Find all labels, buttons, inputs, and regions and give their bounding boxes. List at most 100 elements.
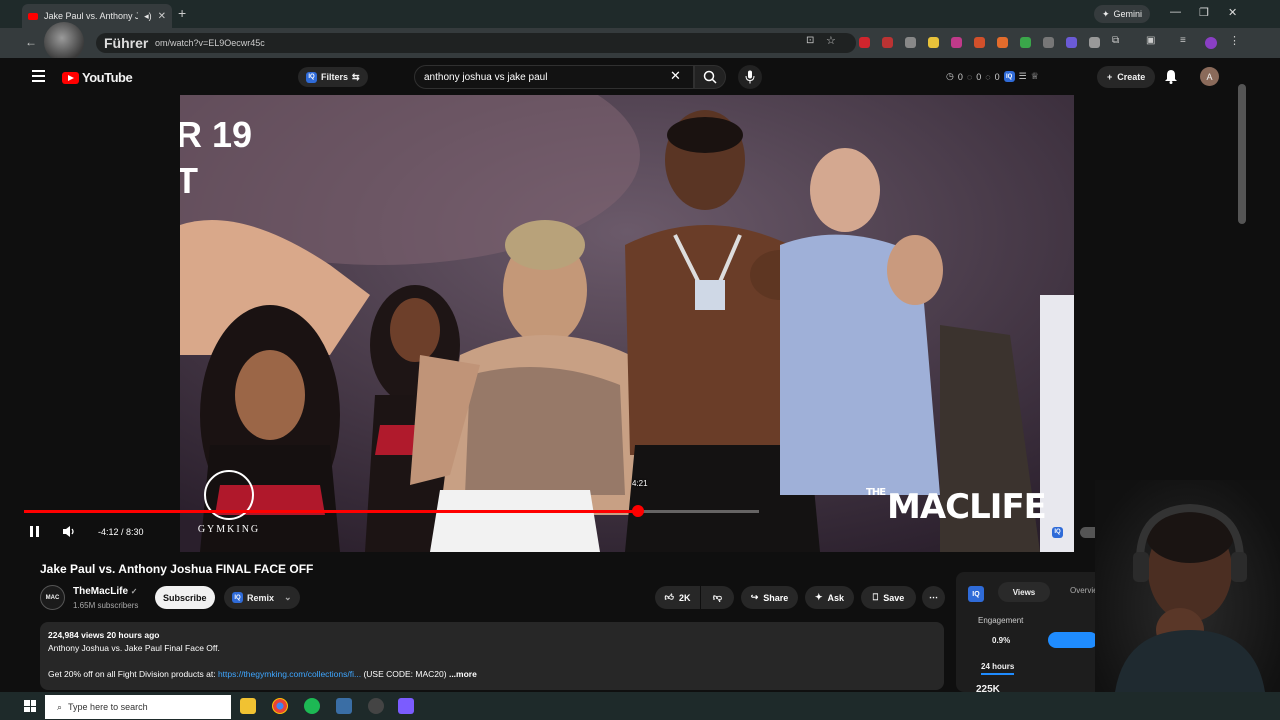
youtube-logo[interactable]: YouTube [62, 70, 133, 85]
extension-icon-10[interactable] [1066, 37, 1077, 48]
period-tab-24h[interactable]: 24 hours [981, 662, 1015, 675]
extension-icon-7[interactable] [997, 37, 1008, 48]
browser-tab[interactable]: Jake Paul vs. Anthony Josh... ◂) ✕ [22, 4, 172, 28]
extension-icon-3[interactable] [905, 37, 916, 48]
extension-icon-9[interactable] [1043, 37, 1054, 48]
extension-icon-5[interactable] [951, 37, 962, 48]
video-title: Jake Paul vs. Anthony Joshua FINAL FACE … [40, 562, 314, 576]
page-scrollbar[interactable] [1238, 84, 1246, 224]
new-tab-button[interactable]: + [178, 5, 186, 21]
chrome-icon[interactable] [272, 698, 288, 714]
windows-start-icon[interactable] [24, 700, 36, 712]
remix-button[interactable]: IQ Remix ⌄ [224, 586, 300, 609]
save-label: Save [883, 592, 905, 603]
circle-icon: ◌ [966, 71, 973, 82]
sliders-icon: ⇆ [352, 71, 360, 82]
create-button[interactable]: + Create [1097, 66, 1156, 88]
extension-icon-4[interactable] [928, 37, 939, 48]
more-actions-button[interactable]: ⋯ [922, 586, 945, 609]
notifications-bell-icon[interactable] [1164, 69, 1178, 89]
ask-button[interactable]: ✦ Ask [805, 586, 854, 609]
iq-panel-icon[interactable]: IQ [968, 586, 984, 602]
maclife-text: MACLIFE [887, 487, 1047, 527]
discord-icon[interactable] [398, 698, 414, 714]
kebab-menu-icon[interactable]: ⋮ [1229, 34, 1240, 47]
engagement-value: 0.9% [992, 636, 1011, 645]
webcam-overlay-avatar [44, 22, 84, 62]
menu-lines-icon[interactable]: ≡ [1180, 35, 1191, 46]
voice-search-button[interactable] [738, 65, 762, 89]
bookmark-star-icon[interactable]: ☆ [826, 34, 837, 47]
gymking-watermark: GYMKING [193, 470, 265, 535]
hamburger-menu-icon[interactable] [32, 70, 45, 85]
puzzle-extensions-icon[interactable]: ⧉ [1112, 35, 1123, 46]
iq-icon: IQ [306, 71, 317, 83]
extension-icon-6[interactable] [974, 37, 985, 48]
svg-text:T: T [180, 160, 198, 201]
channel-name[interactable]: TheMacLife ✓ [73, 586, 138, 597]
ask-label: Ask [827, 592, 845, 603]
like-count: 2K [678, 592, 691, 603]
profile-icon[interactable] [1205, 37, 1217, 49]
sparkle-icon: ✦ [1102, 8, 1110, 19]
count-3: 0 [994, 71, 1000, 82]
view-stats: 224,984 views 20 hours ago [48, 630, 160, 640]
search-input[interactable]: anthony joshua vs jake paul [414, 65, 694, 89]
gemini-label: Gemini [1113, 9, 1143, 19]
streamer-image [1115, 503, 1265, 692]
filters-button[interactable]: IQ Filters ⇆ [298, 67, 368, 87]
share-label: Share [763, 592, 789, 603]
plus-icon: + [1107, 72, 1113, 82]
promo-link[interactable]: https://thegymking.com/collections/fi... [218, 669, 361, 679]
gymking-text: GYMKING [197, 524, 261, 535]
show-more-link[interactable]: ...more [449, 669, 477, 679]
iq-icon[interactable]: IQ [1003, 71, 1015, 82]
minimize-button[interactable]: — [1170, 6, 1181, 18]
restore-button[interactable]: ❐ [1199, 6, 1209, 19]
extension-icon-11[interactable] [1089, 37, 1100, 48]
tab-views[interactable]: Views [998, 582, 1050, 602]
save-button[interactable]: ⎕ Save [861, 586, 916, 609]
browser-tab-bar [0, 0, 1280, 28]
channel-avatar[interactable]: MAC [40, 585, 65, 610]
extension-icon-2[interactable] [882, 37, 893, 48]
iq-player-icon[interactable]: IQ [1052, 525, 1063, 538]
url-text: om/watch?v=EL9Oecwr45c [155, 38, 265, 48]
user-avatar[interactable]: A [1200, 67, 1219, 86]
install-app-icon[interactable]: ⊡ [806, 35, 817, 46]
close-tab-icon[interactable]: ✕ [158, 11, 166, 22]
clear-search-icon[interactable]: ✕ [670, 68, 681, 84]
create-label: Create [1117, 72, 1146, 82]
trophy-icon[interactable]: ♕ [1031, 71, 1039, 82]
taskbar-search-input[interactable]: ⌕ Type here to search [45, 695, 231, 719]
count-2: 0 [976, 71, 982, 82]
promo-code: (USE CODE: MAC20) [361, 669, 449, 679]
bookmark-icon: ⎕ [872, 592, 879, 602]
gemini-button[interactable]: ✦ Gemini [1094, 5, 1151, 23]
extension-icon-8[interactable] [1020, 37, 1031, 48]
obs-icon[interactable] [368, 698, 384, 714]
side-panel-icon[interactable]: ▣ [1146, 35, 1157, 46]
extension-red-icon[interactable] [859, 37, 870, 48]
volume-icon[interactable] [62, 525, 76, 543]
list-icon[interactable]: ☰ [1019, 71, 1027, 82]
subscribe-button[interactable]: Subscribe [155, 586, 215, 609]
extension-counters: ◷ 0 ◌ 0 ◌ 0 IQ ☰ ♕ [946, 71, 1039, 82]
file-explorer-icon[interactable] [240, 698, 256, 714]
back-arrow-icon[interactable]: ← [25, 35, 37, 49]
progress-scrubber[interactable] [632, 505, 644, 517]
window-close-button[interactable]: ✕ [1228, 6, 1237, 19]
youtube-favicon-icon [28, 12, 38, 20]
dislike-button[interactable]: 👎︎ [701, 586, 734, 609]
url-bar[interactable]: om/watch?v=EL9Oecwr45c [96, 33, 856, 53]
like-button[interactable]: 👍︎ 2K [655, 586, 700, 609]
mute-tab-icon[interactable]: ◂) [144, 11, 152, 22]
search-button[interactable] [694, 65, 726, 89]
description-box[interactable]: 224,984 views 20 hours ago Anthony Joshu… [40, 622, 944, 690]
pause-button[interactable] [30, 526, 39, 537]
share-button[interactable]: ↪ Share [741, 586, 798, 609]
video-player[interactable]: R 19 T [180, 95, 1074, 552]
hover-timestamp: 4:21 [632, 479, 648, 488]
app-icon[interactable] [336, 698, 352, 714]
spotify-icon[interactable] [304, 698, 320, 714]
